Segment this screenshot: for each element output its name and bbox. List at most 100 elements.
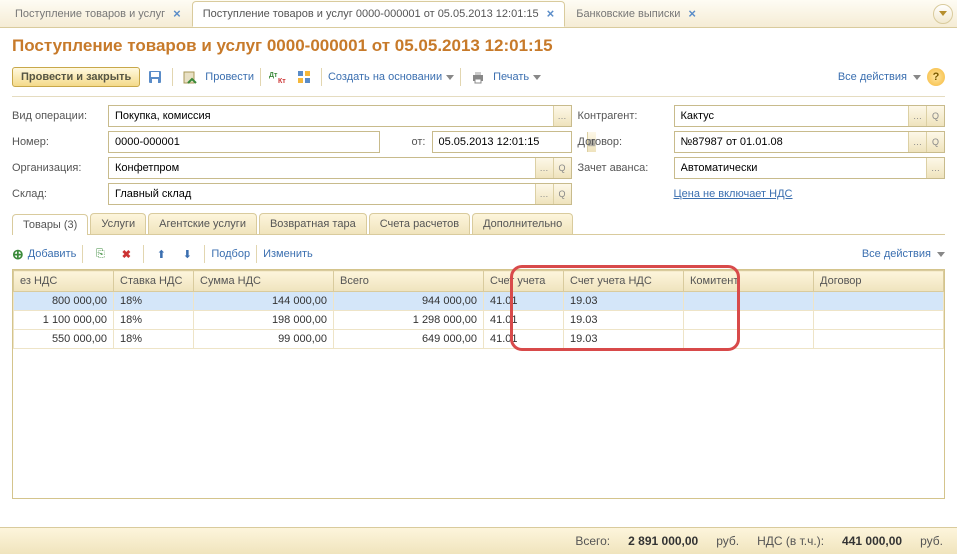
counterparty-input[interactable] xyxy=(675,110,909,122)
org-input[interactable] xyxy=(109,162,535,174)
tab-receipt-doc[interactable]: Поступление товаров и услуг 0000-000001 … xyxy=(192,1,566,27)
cell-acc[interactable]: 41.01 xyxy=(484,330,564,349)
cell-rate[interactable]: 18% xyxy=(114,330,194,349)
advance-field[interactable]: … xyxy=(674,157,946,179)
delete-icon[interactable]: ✖ xyxy=(115,243,137,265)
cell-komitent[interactable] xyxy=(684,330,814,349)
org-field[interactable]: … Q xyxy=(108,157,572,179)
cell-acc[interactable]: 41.01 xyxy=(484,292,564,311)
cell-contract[interactable] xyxy=(814,292,944,311)
close-icon[interactable]: × xyxy=(547,6,555,21)
warehouse-field[interactable]: … Q xyxy=(108,183,572,205)
help-icon[interactable]: ? xyxy=(927,68,945,86)
cell-komitent[interactable] xyxy=(684,311,814,330)
chevron-down-icon xyxy=(937,252,945,257)
move-down-icon[interactable]: ⬇ xyxy=(176,243,198,265)
tab-receipts-list[interactable]: Поступление товаров и услуг × xyxy=(4,1,192,27)
ellipsis-button[interactable]: … xyxy=(553,106,571,126)
search-button[interactable]: Q xyxy=(553,184,571,204)
subtab-returnable[interactable]: Возвратная тара xyxy=(259,213,367,234)
col-komitent[interactable]: Комитент xyxy=(684,271,814,292)
subtab-accounts[interactable]: Счета расчетов xyxy=(369,213,470,234)
page-title: Поступление товаров и услуг 0000-000001 … xyxy=(12,36,945,56)
cell-sum-ex[interactable]: 800 000,00 xyxy=(14,292,114,311)
grid-all-actions-button[interactable]: Все действия xyxy=(862,248,931,260)
search-button[interactable]: Q xyxy=(553,158,571,178)
contract-input[interactable] xyxy=(675,136,909,148)
print-button[interactable]: Печать xyxy=(493,71,529,83)
goods-table[interactable]: ез НДС Ставка НДС Сумма НДС Всего Счет у… xyxy=(12,269,945,499)
subtab-agent[interactable]: Агентские услуги xyxy=(148,213,257,234)
post-and-close-button[interactable]: Провести и закрыть xyxy=(12,67,140,87)
date-field[interactable]: ▦ xyxy=(432,131,572,153)
cell-acc[interactable]: 41.01 xyxy=(484,311,564,330)
edit-button[interactable]: Изменить xyxy=(263,248,313,260)
cell-vat[interactable]: 198 000,00 xyxy=(194,311,334,330)
subtab-services[interactable]: Услуги xyxy=(90,213,146,234)
all-actions-button[interactable]: Все действия xyxy=(838,71,907,83)
copy-icon[interactable]: ⎘ xyxy=(89,243,111,265)
counterparty-field[interactable]: … Q xyxy=(674,105,946,127)
col-total[interactable]: Всего xyxy=(334,271,484,292)
dropdown-menu-button[interactable] xyxy=(933,4,953,24)
col-account[interactable]: Счет учета xyxy=(484,271,564,292)
cell-total[interactable]: 1 298 000,00 xyxy=(334,311,484,330)
col-contract[interactable]: Договор xyxy=(814,271,944,292)
op-type-input[interactable] xyxy=(109,110,553,122)
vat-mode-link[interactable]: Цена не включает НДС xyxy=(674,188,793,200)
cell-sum-ex[interactable]: 550 000,00 xyxy=(14,330,114,349)
ellipsis-button[interactable]: … xyxy=(535,158,553,178)
cell-rate[interactable]: 18% xyxy=(114,292,194,311)
cell-contract[interactable] xyxy=(814,330,944,349)
ellipsis-button[interactable]: … xyxy=(926,158,944,178)
subtab-additional[interactable]: Дополнительно xyxy=(472,213,573,234)
save-icon[interactable] xyxy=(144,66,166,88)
cell-total[interactable]: 944 000,00 xyxy=(334,292,484,311)
print-icon[interactable] xyxy=(467,66,489,88)
col-vat-sum[interactable]: Сумма НДС xyxy=(194,271,334,292)
warehouse-label: Склад: xyxy=(12,188,102,200)
col-vat-rate[interactable]: Ставка НДС xyxy=(114,271,194,292)
post-icon[interactable] xyxy=(179,66,201,88)
ellipsis-button[interactable]: … xyxy=(908,106,926,126)
ellipsis-button[interactable]: … xyxy=(535,184,553,204)
op-type-field[interactable]: … xyxy=(108,105,572,127)
cell-total[interactable]: 649 000,00 xyxy=(334,330,484,349)
table-row[interactable]: 550 000,0018%99 000,00649 000,0041.0119.… xyxy=(14,330,944,349)
cell-komitent[interactable] xyxy=(684,292,814,311)
table-row[interactable]: 800 000,0018%144 000,00944 000,0041.0119… xyxy=(14,292,944,311)
search-button[interactable]: Q xyxy=(926,106,944,126)
add-button[interactable]: Добавить xyxy=(28,248,77,260)
search-button[interactable]: Q xyxy=(926,132,944,152)
col-sum-ex-vat[interactable]: ез НДС xyxy=(14,271,114,292)
warehouse-input[interactable] xyxy=(109,188,535,200)
table-row[interactable]: 1 100 000,0018%198 000,001 298 000,0041.… xyxy=(14,311,944,330)
contract-field[interactable]: … Q xyxy=(674,131,946,153)
select-button[interactable]: Подбор xyxy=(211,248,250,260)
cell-acc-vat[interactable]: 19.03 xyxy=(564,311,684,330)
number-field[interactable] xyxy=(108,131,380,153)
cell-sum-ex[interactable]: 1 100 000,00 xyxy=(14,311,114,330)
post-button[interactable]: Провести xyxy=(205,71,254,83)
tab-bank-statements[interactable]: Банковские выписки × xyxy=(565,1,707,27)
number-input[interactable] xyxy=(109,136,379,148)
cell-rate[interactable]: 18% xyxy=(114,311,194,330)
ellipsis-button[interactable]: … xyxy=(908,132,926,152)
structure-icon[interactable] xyxy=(293,66,315,88)
create-based-button[interactable]: Создать на основании xyxy=(328,71,442,83)
subtab-goods[interactable]: Товары (3) xyxy=(12,214,88,235)
cell-acc-vat[interactable]: 19.03 xyxy=(564,330,684,349)
cell-contract[interactable] xyxy=(814,311,944,330)
advance-input[interactable] xyxy=(675,162,927,174)
cell-vat[interactable]: 99 000,00 xyxy=(194,330,334,349)
close-icon[interactable]: × xyxy=(688,6,696,21)
cell-acc-vat[interactable]: 19.03 xyxy=(564,292,684,311)
dt-kt-icon[interactable]: ДтКт xyxy=(267,66,289,88)
col-account-vat[interactable]: Счет учета НДС xyxy=(564,271,684,292)
date-input[interactable] xyxy=(433,136,587,148)
cell-vat[interactable]: 144 000,00 xyxy=(194,292,334,311)
chevron-down-icon xyxy=(913,75,921,80)
close-icon[interactable]: × xyxy=(173,6,181,21)
add-icon[interactable]: ⊕ xyxy=(12,246,24,263)
move-up-icon[interactable]: ⬆ xyxy=(150,243,172,265)
